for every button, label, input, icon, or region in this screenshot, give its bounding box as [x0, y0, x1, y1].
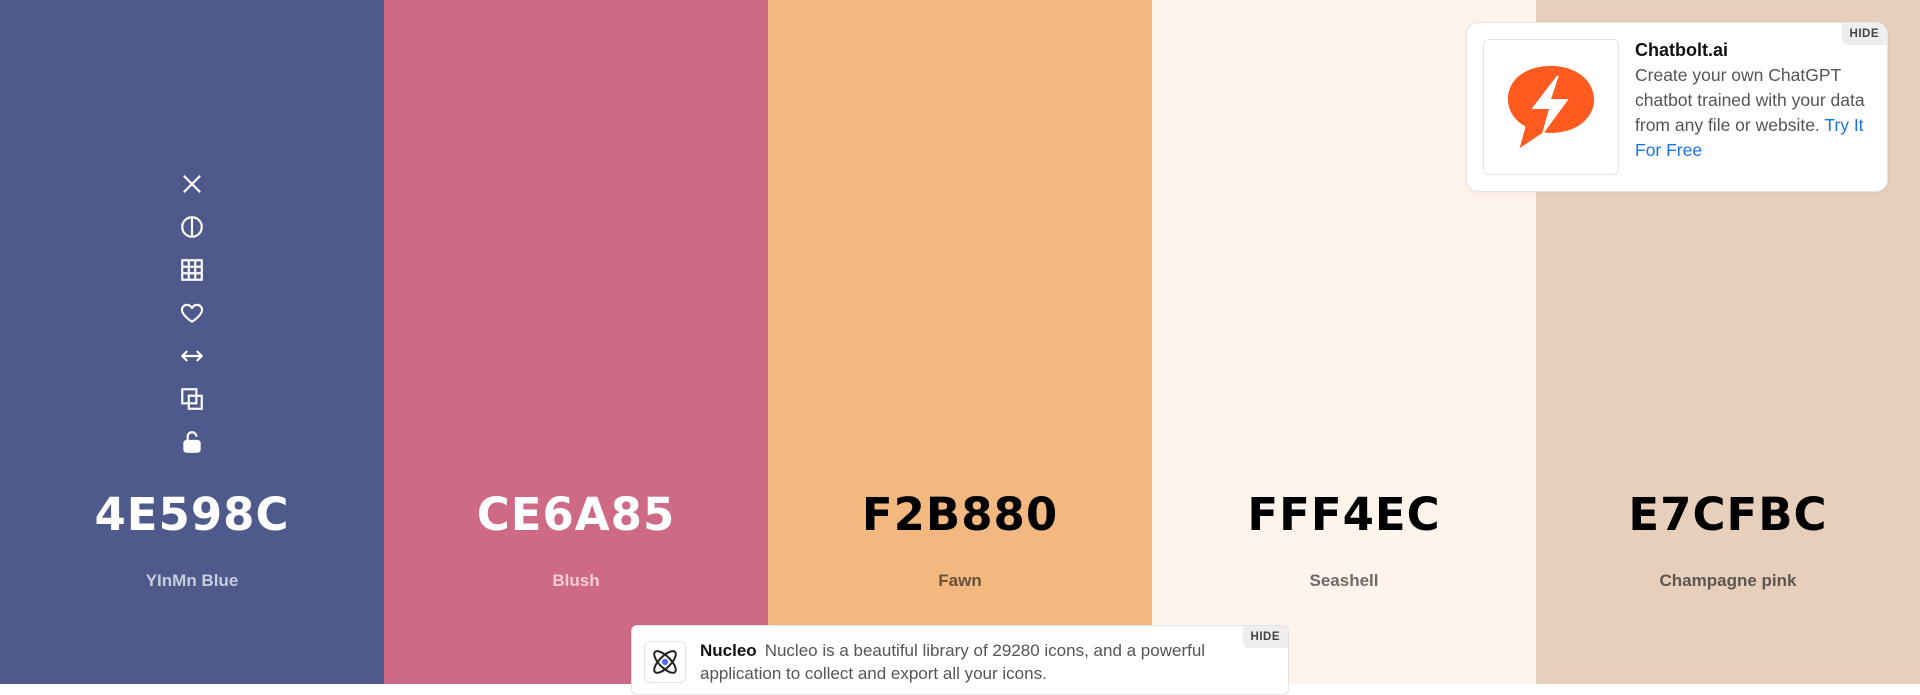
sponsored-ad[interactable]: Chatbolt.ai Create your own ChatGPT chat…: [1466, 22, 1888, 192]
lightning-bubble-icon: [1507, 65, 1595, 149]
color-hex[interactable]: CE6A85: [384, 488, 768, 541]
color-name[interactable]: Blush: [384, 571, 768, 591]
close-icon: [183, 175, 201, 193]
ad-logo[interactable]: [1483, 39, 1619, 175]
sponsored-banner[interactable]: Nucleo Nucleo is a beautiful library of 2…: [631, 625, 1289, 695]
banner-description: Nucleo is a beautiful library of 29280 i…: [700, 641, 1206, 683]
color-swatch-3[interactable]: F2B880 Fawn: [768, 0, 1152, 684]
color-hex[interactable]: E7CFBC: [1536, 488, 1920, 541]
color-name[interactable]: Champagne pink: [1536, 571, 1920, 591]
remove-color-button[interactable]: [176, 168, 208, 200]
unlock-icon: [183, 431, 201, 453]
arrows-horizontal-icon: [181, 350, 203, 362]
drag-handle[interactable]: [176, 340, 208, 372]
heart-icon: [180, 303, 204, 323]
copy-icon: [181, 388, 203, 410]
color-swatch-2[interactable]: CE6A85 Blush: [384, 0, 768, 684]
contrast-icon: [181, 216, 203, 238]
view-shades-grid-button[interactable]: [176, 254, 208, 286]
hide-banner-button[interactable]: HIDE: [1242, 626, 1288, 648]
swatch-toolbar: [172, 168, 212, 469]
color-hex[interactable]: 4E598C: [0, 488, 384, 541]
ad-title[interactable]: Chatbolt.ai: [1635, 40, 1728, 61]
favorite-button[interactable]: [176, 297, 208, 329]
hide-ad-button[interactable]: HIDE: [1841, 23, 1887, 45]
banner-text: Nucleo Nucleo is a beautiful library of 2…: [700, 639, 1220, 685]
copy-hex-button[interactable]: [176, 383, 208, 415]
shades-button[interactable]: [176, 211, 208, 243]
ad-text: Create your own ChatGPT chatbot trained …: [1635, 63, 1875, 163]
color-name[interactable]: Seashell: [1152, 571, 1536, 591]
color-name[interactable]: YInMn Blue: [0, 571, 384, 591]
color-name[interactable]: Fawn: [768, 571, 1152, 591]
banner-logo[interactable]: [644, 641, 686, 683]
atom-icon: [653, 650, 677, 674]
lock-toggle-button[interactable]: [176, 426, 208, 458]
color-hex[interactable]: FFF4EC: [1152, 488, 1536, 541]
color-hex[interactable]: F2B880: [768, 488, 1152, 541]
grid-icon: [181, 259, 203, 281]
color-swatch-1[interactable]: 4E598C YInMn Blue: [0, 0, 384, 684]
banner-brand[interactable]: Nucleo: [700, 641, 757, 660]
